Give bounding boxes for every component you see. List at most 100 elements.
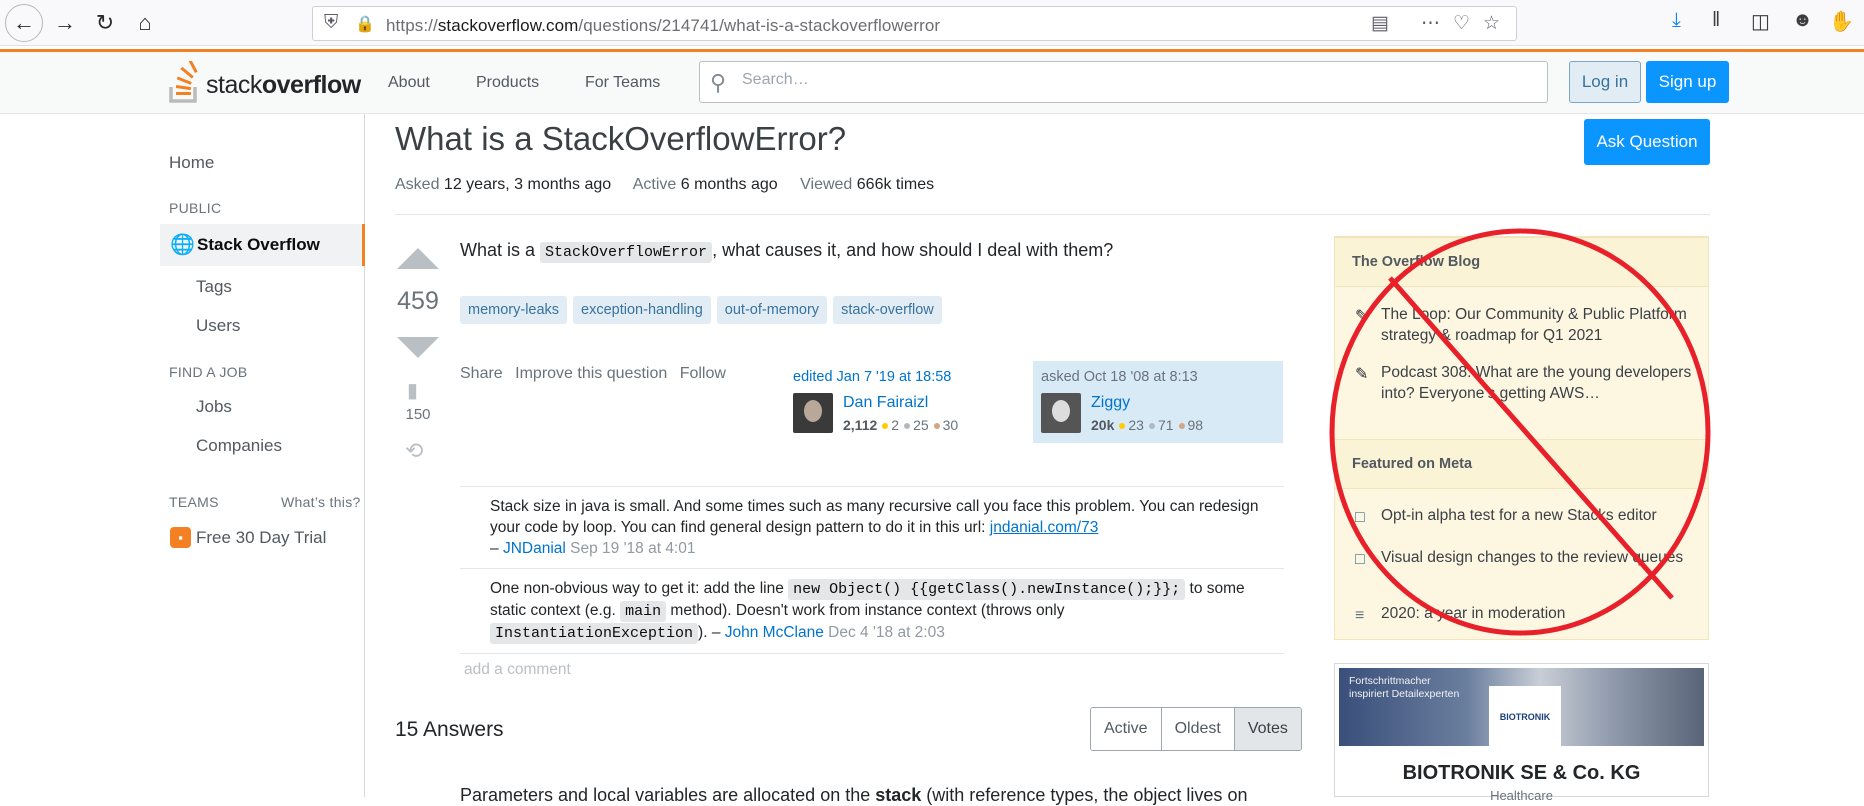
ask-question-button[interactable]: Ask Question <box>1584 119 1710 165</box>
share-link[interactable]: Share <box>460 365 503 382</box>
viewed-value: 666k times <box>856 176 935 193</box>
answer-body: Parameters and local variables are alloc… <box>460 785 1248 805</box>
tag-list: memory-leaks exception-handling out-of-m… <box>460 296 942 324</box>
editor-name[interactable]: Dan Fairaizl <box>843 394 928 412</box>
answer-sort-tabs: Active Oldest Votes <box>1090 707 1302 751</box>
tag-memory-leaks[interactable]: memory-leaks <box>460 296 568 324</box>
sidebar-item-companies[interactable]: Companies <box>196 436 282 456</box>
divider <box>395 214 1710 215</box>
globe-icon: 🌐 <box>170 234 195 256</box>
owner-reputation: 20k 23 71 98 <box>1091 417 1204 433</box>
ad-banner-image: Fortschrittmacher inspiriert Detailexpert… <box>1339 668 1704 746</box>
edited-timestamp[interactable]: edited Jan 7 '19 at 18:58 <box>793 369 951 385</box>
tab-oldest[interactable]: Oldest <box>1161 708 1235 750</box>
sidebar-item-free-trial[interactable]: Free 30 Day Trial <box>196 528 326 548</box>
upvote-arrow-icon[interactable] <box>397 248 439 269</box>
ad-slogan: Fortschrittmacher inspiriert Detailexpert… <box>1349 675 1460 700</box>
comment: Stack size in java is small. And some ti… <box>460 487 1284 569</box>
biotronik-logo: BIOTRONIK <box>1489 686 1561 746</box>
tab-active[interactable]: Active <box>1091 708 1162 750</box>
prohibition-sign-overlay <box>1329 228 1711 636</box>
silver-badge-icon <box>904 422 911 429</box>
pocket-icon[interactable]: ♡ <box>1453 12 1470 35</box>
bronze-badge-icon <box>1178 422 1185 429</box>
comment-user[interactable]: JNDanial <box>503 540 566 557</box>
sidebar-heading-public: PUBLIC <box>169 200 222 216</box>
reader-view-icon[interactable]: ▤ <box>1371 12 1389 35</box>
signup-button[interactable]: Sign up <box>1646 61 1729 103</box>
add-comment-link[interactable]: add a comment <box>464 661 571 679</box>
asked-timestamp[interactable]: asked Oct 18 '08 at 8:13 <box>1041 369 1198 385</box>
lock-icon[interactable]: 🔒 <box>355 14 375 34</box>
home-icon[interactable]: ⌂ <box>126 4 164 42</box>
avatar[interactable] <box>1041 393 1081 433</box>
reload-icon[interactable]: ↻ <box>86 4 124 42</box>
address-bar[interactable]: ⛨ 🔒 https://stackoverflow.com/questions/… <box>312 6 1517 41</box>
bookmark-count: 150 <box>405 406 431 423</box>
tag-stack-overflow[interactable]: stack-overflow <box>833 296 942 324</box>
improve-question-link[interactable]: Improve this question <box>515 365 667 382</box>
tab-votes[interactable]: Votes <box>1234 708 1301 750</box>
viewed-label: Viewed <box>800 176 853 193</box>
asked-label: Asked <box>395 176 440 193</box>
sidebar-heading-teams: TEAMS <box>169 494 219 510</box>
comment: One non-obvious way to get it: add the l… <box>460 569 1284 654</box>
owner-name[interactable]: Ziggy <box>1091 394 1130 412</box>
comment-user[interactable]: John McClane <box>725 624 824 641</box>
advertisement[interactable]: Fortschrittmacher inspiriert Detailexpert… <box>1334 663 1709 803</box>
bookmark-icon[interactable]: ▮ <box>407 378 418 403</box>
search-box[interactable]: ⚲ <box>699 61 1548 103</box>
page-title[interactable]: What is a StackOverflowError? <box>395 120 846 158</box>
shield-icon[interactable]: ⛨ <box>324 12 338 34</box>
comment-link[interactable]: jndanial.com/73 <box>990 519 1099 536</box>
sidebar-item-jobs[interactable]: Jobs <box>196 397 232 417</box>
extension-hand-icon[interactable]: ✋ <box>1829 9 1854 34</box>
sidebar-item-home[interactable]: Home <box>169 153 214 173</box>
library-icon[interactable]: ‖ <box>1712 9 1720 32</box>
body-text: , what causes it, and how should I deal … <box>712 240 1114 260</box>
editor-reputation: 2,112 2 25 30 <box>843 417 959 433</box>
whats-this-link[interactable]: What’s this? <box>281 494 361 510</box>
back-arrow-icon[interactable]: ← <box>5 4 43 42</box>
sidebar-item-users[interactable]: Users <box>196 316 240 336</box>
active-value[interactable]: 6 months ago <box>681 176 778 193</box>
stackoverflow-logo[interactable]: stackoverflow <box>168 58 361 105</box>
sidebar-item-stack-overflow[interactable]: 🌐 Stack Overflow <box>160 224 365 266</box>
url-text[interactable]: https://stackoverflow.com/questions/2147… <box>386 16 940 36</box>
search-input[interactable] <box>740 70 1530 90</box>
comment-date[interactable]: Dec 4 '18 at 2:03 <box>828 624 945 641</box>
teams-briefcase-icon: ▪ <box>170 527 191 548</box>
tag-exception-handling[interactable]: exception-handling <box>573 296 711 324</box>
nav-products[interactable]: Products <box>476 74 539 92</box>
sidebar-item-tags[interactable]: Tags <box>196 277 232 297</box>
account-icon[interactable]: ☻ <box>1792 9 1813 32</box>
sidebar-heading-find-a-job: FIND A JOB <box>169 364 248 380</box>
nav-for-teams[interactable]: For Teams <box>585 74 660 92</box>
question-body: What is a StackOverflowError, what cause… <box>460 240 1114 263</box>
bookmark-star-icon[interactable]: ☆ <box>1483 12 1500 35</box>
login-button[interactable]: Log in <box>1569 61 1641 103</box>
body-text: What is a <box>460 240 541 260</box>
more-actions-icon[interactable]: ⋯ <box>1421 12 1440 35</box>
follow-link[interactable]: Follow <box>680 365 726 382</box>
silver-badge-icon <box>1148 422 1155 429</box>
history-icon[interactable]: ⟲ <box>405 438 423 464</box>
avatar[interactable] <box>793 393 833 433</box>
tag-out-of-memory[interactable]: out-of-memory <box>716 296 828 324</box>
inline-code: StackOverflowError <box>540 242 713 263</box>
comment-date[interactable]: Sep 19 '18 at 4:01 <box>570 540 695 557</box>
stack-logo-icon <box>169 58 198 103</box>
owner-signature: asked Oct 18 '08 at 8:13 Ziggy 20k 23 71 98 <box>1033 361 1283 443</box>
nav-about[interactable]: About <box>388 74 430 92</box>
ad-company-sector: Healthcare <box>1490 788 1553 803</box>
site-header: stackoverflow About Products For Teams ⚲… <box>0 52 1864 114</box>
sidebar-toggle-icon[interactable]: ◫ <box>1751 9 1770 34</box>
left-sidebar: Home PUBLIC 🌐 Stack Overflow Tags Users … <box>160 114 365 797</box>
download-icon[interactable]: ⤓ <box>1672 9 1681 32</box>
post-menu: Share Improve this question Follow <box>460 365 734 383</box>
forward-arrow-icon[interactable]: → <box>46 4 84 42</box>
ad-company-name: BIOTRONIK SE & Co. KG <box>1402 762 1641 784</box>
downvote-arrow-icon[interactable] <box>397 337 439 358</box>
editor-signature: edited Jan 7 '19 at 18:58 Dan Fairaizl 2… <box>785 361 1035 443</box>
comment-list: Stack size in java is small. And some ti… <box>460 486 1284 654</box>
